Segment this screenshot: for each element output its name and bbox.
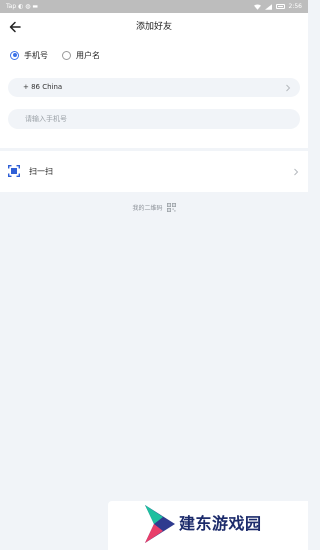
signal-icon [264,3,272,10]
status-left-text: Tap ◐ ◍ ▬ [6,3,39,10]
country-code-select[interactable]: + 86 China [8,78,300,97]
status-right-icons: 2:56 [253,0,302,13]
page-title: 添加好友 [135,22,172,32]
chevron-right-icon [286,84,291,92]
status-time: 2:56 [288,3,302,10]
header-bar: 添加好友 [0,13,308,41]
scan-qr-row[interactable]: 扫一扫 [0,151,308,192]
radio-unchecked-icon [62,50,71,60]
radio-username[interactable]: 用户名 [62,50,100,61]
watermark-text: 建东游戏园 [179,514,262,533]
battery-icon [275,4,285,9]
radio-checked-icon [10,50,19,60]
scan-label: 扫一扫 [29,167,53,176]
status-bar: Tap ◐ ◍ ▬ 2:56 [0,0,308,13]
chevron-right-icon [294,168,299,176]
my-qr-code-link[interactable]: 我的二维码 [0,201,308,213]
country-code-value: + 86 China [23,83,63,91]
watermark-logo-icon [145,505,175,543]
radio-username-label: 用户名 [76,50,100,60]
radio-phone[interactable]: 手机号 [10,50,48,61]
phone-number-input[interactable] [8,109,300,129]
search-type-radio-group: 手机号 用户名 [10,48,100,62]
watermark: 建东游戏园 [108,501,308,550]
scan-icon [8,165,20,177]
my-qr-code-label: 我的二维码 [132,204,163,212]
wifi-icon [253,4,261,10]
radio-phone-label: 手机号 [24,50,48,60]
qr-code-icon [166,202,176,212]
